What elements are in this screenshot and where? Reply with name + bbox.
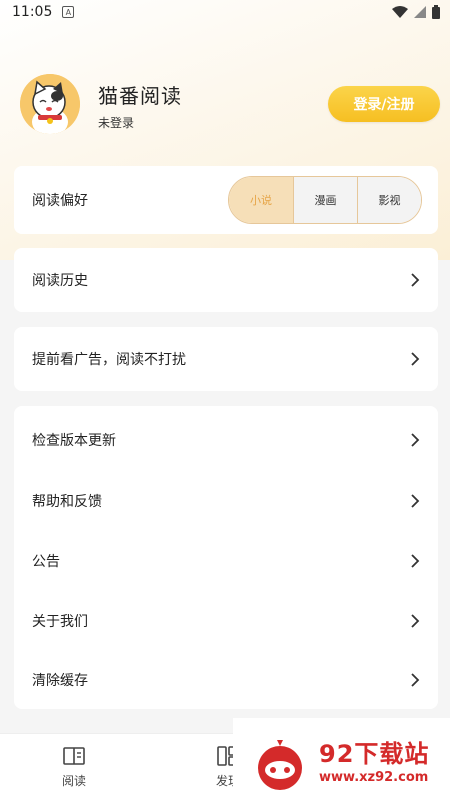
chevron-right-icon — [411, 554, 420, 568]
help-feedback-row[interactable]: 帮助和反馈 — [14, 471, 438, 531]
notice-label: 公告 — [32, 554, 60, 570]
notice-row[interactable]: 公告 — [14, 531, 438, 591]
help-feedback-label: 帮助和反馈 — [32, 494, 102, 510]
status-bar: 11:05 A — [0, 0, 450, 24]
reading-history-label: 阅读历史 — [32, 273, 88, 289]
preference-segmented-control: 小说 漫画 影视 — [228, 176, 422, 224]
clear-cache-row[interactable]: 清除缓存 — [14, 651, 438, 709]
login-status: 未登录 — [98, 116, 135, 130]
avatar[interactable] — [20, 74, 80, 134]
history-card: 阅读历史 — [14, 248, 438, 312]
preference-option-novel[interactable]: 小说 — [229, 177, 293, 223]
watermark-title: 92下载站 — [319, 740, 430, 768]
reading-preference-card: 阅读偏好 小说 漫画 影视 — [14, 166, 438, 234]
nav-read[interactable]: 阅读 — [44, 746, 104, 789]
status-time: 11:05 — [12, 4, 53, 20]
watermark-overlay: 92下载站 www.xz92.com — [233, 718, 450, 800]
login-register-button[interactable]: 登录/注册 — [328, 86, 440, 122]
preference-label: 阅读偏好 — [32, 193, 88, 209]
watermark-url: www.xz92.com — [319, 770, 429, 785]
chevron-right-icon — [411, 614, 420, 628]
chevron-right-icon — [411, 273, 420, 287]
watch-ad-row[interactable]: 提前看广告，阅读不打扰 — [14, 327, 438, 391]
profile-section: 猫番阅读 未登录 登录/注册 — [20, 72, 440, 136]
about-us-label: 关于我们 — [32, 614, 88, 630]
wifi-icon — [392, 6, 408, 18]
clear-cache-label: 清除缓存 — [32, 673, 88, 689]
watch-ad-label: 提前看广告，阅读不打扰 — [32, 352, 186, 368]
battery-icon — [432, 5, 440, 19]
reading-history-row[interactable]: 阅读历史 — [14, 248, 438, 312]
status-icons — [392, 5, 440, 19]
signal-icon — [414, 6, 426, 18]
notification-icon: A — [62, 6, 75, 18]
chevron-right-icon — [411, 494, 420, 508]
chevron-right-icon — [411, 352, 420, 366]
check-update-label: 检查版本更新 — [32, 433, 116, 449]
book-icon — [63, 747, 85, 765]
watermark-logo-icon — [258, 740, 302, 790]
preference-option-comic[interactable]: 漫画 — [293, 177, 357, 223]
chevron-right-icon — [411, 433, 420, 447]
check-update-row[interactable]: 检查版本更新 — [14, 409, 438, 471]
cat-avatar-icon — [20, 74, 80, 134]
about-us-row[interactable]: 关于我们 — [14, 591, 438, 651]
chevron-right-icon — [411, 673, 420, 687]
nav-read-label: 阅读 — [61, 774, 86, 788]
ad-card: 提前看广告，阅读不打扰 — [14, 327, 438, 391]
app-title: 猫番阅读 — [98, 84, 182, 108]
settings-card: 检查版本更新 帮助和反馈 公告 关于我们 清除缓存 — [14, 406, 438, 709]
preference-option-video[interactable]: 影视 — [357, 177, 421, 223]
